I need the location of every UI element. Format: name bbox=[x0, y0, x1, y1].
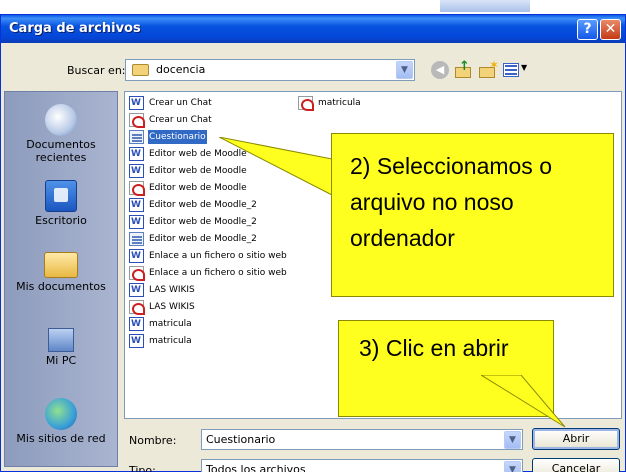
callout-select-file: 2) Seleccionamos o arquivo no noso orden… bbox=[331, 133, 614, 297]
look-in-label: Buscar en: bbox=[67, 64, 126, 77]
file-name: Enlace a un fichero o sitio web bbox=[149, 251, 287, 261]
word-document-icon bbox=[129, 317, 144, 331]
chevron-down-icon[interactable]: ▼ bbox=[396, 61, 413, 79]
word-document-icon bbox=[129, 147, 144, 161]
view-menu-icon[interactable]: ▼ bbox=[503, 61, 529, 79]
place-label: Mis documentos bbox=[16, 280, 106, 293]
file-type-label: Tipo: bbox=[129, 464, 156, 472]
background-window-strip bbox=[0, 0, 626, 14]
file-name-field[interactable]: Cuestionario ▼ bbox=[201, 429, 523, 450]
places-bar: Documentos recientes Escritorio Mis docu… bbox=[4, 91, 118, 467]
chevron-down-icon[interactable]: ▼ bbox=[504, 431, 521, 449]
file-name: matricula bbox=[149, 319, 192, 329]
dialog-titlebar[interactable]: Carga de archivos ? ✕ bbox=[1, 15, 625, 43]
help-button[interactable]: ? bbox=[577, 19, 598, 40]
look-in-dropdown[interactable]: docencia ▼ bbox=[125, 59, 415, 81]
pdf-file-icon bbox=[129, 113, 145, 128]
file-name: LAS WIKIS bbox=[149, 302, 195, 312]
xml-file-icon bbox=[129, 130, 144, 144]
chevron-down-icon[interactable]: ▼ bbox=[504, 461, 521, 472]
dialog-title: Carga de archivos bbox=[9, 21, 141, 36]
file-name: Editor web de Moodle_2 bbox=[149, 217, 257, 227]
word-document-icon bbox=[129, 249, 144, 263]
file-name: matricula bbox=[318, 98, 361, 108]
callout-text: 3) Clic en abrir bbox=[359, 335, 509, 361]
pdf-file-icon bbox=[129, 181, 145, 196]
pdf-file-icon bbox=[129, 266, 145, 281]
place-desktop[interactable]: Escritorio bbox=[5, 180, 117, 227]
file-name: Crear un Chat bbox=[149, 98, 212, 108]
file-name: matricula bbox=[149, 336, 192, 346]
word-document-icon bbox=[129, 215, 144, 229]
close-button[interactable]: ✕ bbox=[600, 19, 621, 40]
back-icon[interactable]: ◀ bbox=[431, 61, 449, 79]
place-recent-documents[interactable]: Documentos recientes bbox=[5, 104, 117, 164]
open-button[interactable]: Abrir bbox=[532, 428, 620, 450]
my-computer-icon bbox=[48, 328, 74, 352]
cancel-button[interactable]: Cancelar bbox=[532, 458, 620, 472]
word-document-icon bbox=[129, 164, 144, 178]
desktop-icon bbox=[45, 180, 77, 212]
look-in-value: docencia bbox=[156, 63, 206, 76]
file-name-value: Cuestionario bbox=[206, 433, 276, 446]
word-document-icon bbox=[129, 283, 144, 297]
file-name-label: Nombre: bbox=[129, 434, 177, 447]
callout-pointer bbox=[481, 375, 566, 428]
xml-file-icon bbox=[129, 232, 144, 246]
place-my-computer[interactable]: Mi PC bbox=[5, 326, 117, 367]
word-document-icon bbox=[129, 96, 144, 110]
folder-icon bbox=[132, 64, 149, 76]
word-document-icon bbox=[129, 198, 144, 212]
place-label: Mi PC bbox=[45, 354, 77, 367]
callout-pointer bbox=[219, 137, 333, 196]
up-one-level-icon[interactable]: ↑ bbox=[455, 59, 473, 79]
place-label: Documentos recientes bbox=[26, 138, 96, 164]
file-type-dropdown[interactable]: Todos los archivos ▼ bbox=[201, 459, 523, 472]
file-name: Enlace a un fichero o sitio web bbox=[149, 268, 287, 278]
place-my-documents[interactable]: Mis documentos bbox=[5, 248, 117, 293]
recent-documents-icon bbox=[45, 104, 77, 136]
network-places-icon bbox=[45, 398, 77, 430]
background-window-titlebar bbox=[440, 0, 530, 12]
callout-text: 2) Seleccionamos o arquivo no noso orden… bbox=[350, 153, 552, 251]
pdf-file-icon bbox=[129, 300, 145, 315]
file-name: LAS WIKIS bbox=[149, 285, 195, 295]
word-document-icon bbox=[129, 334, 144, 348]
place-network[interactable]: Mis sitios de red bbox=[5, 398, 117, 445]
place-label: Mis sitios de red bbox=[16, 432, 106, 445]
file-name: Cuestionario bbox=[148, 130, 207, 144]
file-type-value: Todos los archivos bbox=[206, 463, 306, 472]
file-upload-dialog: Carga de archivos ? ✕ Buscar en: docenci… bbox=[0, 14, 626, 472]
new-folder-icon[interactable]: ✶ bbox=[479, 58, 499, 79]
pdf-file-icon bbox=[298, 96, 314, 111]
place-label: Escritorio bbox=[35, 214, 87, 227]
file-name: Editor web de Moodle_2 bbox=[149, 234, 257, 244]
my-documents-icon bbox=[44, 252, 78, 278]
file-name: Crear un Chat bbox=[149, 115, 212, 125]
